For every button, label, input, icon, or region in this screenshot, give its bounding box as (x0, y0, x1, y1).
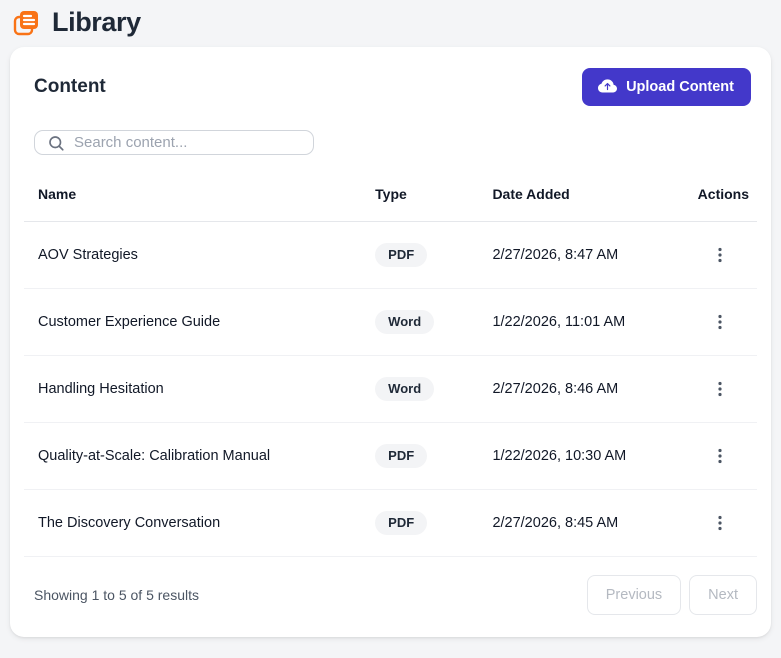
kebab-menu-button[interactable] (706, 307, 734, 337)
date-added: 1/22/2026, 10:30 AM (478, 422, 684, 490)
kebab-menu-icon (718, 515, 722, 531)
card-header: Content Upload Content (24, 47, 757, 106)
search-input[interactable] (74, 134, 301, 151)
column-header-date-added: Date Added (478, 182, 684, 222)
type-badge: PDF (375, 511, 428, 535)
kebab-menu-icon (718, 314, 722, 330)
kebab-menu-button[interactable] (706, 374, 734, 404)
results-summary: Showing 1 to 5 of 5 results (34, 587, 199, 603)
date-added: 1/22/2026, 11:01 AM (478, 288, 684, 356)
cloud-upload-icon (598, 77, 618, 96)
content-table: Name Type Date Added Actions AOV Strateg… (24, 182, 757, 557)
content-name: AOV Strategies (24, 221, 362, 289)
type-badge: PDF (375, 444, 428, 468)
date-added: 2/27/2026, 8:47 AM (478, 221, 684, 289)
next-button[interactable]: Next (689, 575, 757, 615)
table-header-row: Name Type Date Added Actions (24, 182, 757, 222)
table-row: Customer Experience Guide Word 1/22/2026… (24, 288, 757, 356)
date-added: 2/27/2026, 8:45 AM (478, 489, 684, 557)
content-name: The Discovery Conversation (24, 489, 362, 557)
table-row: The Discovery Conversation PDF 2/27/2026… (24, 489, 757, 557)
column-header-name: Name (24, 182, 362, 222)
table-row: AOV Strategies PDF 2/27/2026, 8:47 AM (24, 221, 757, 289)
table-row: Handling Hesitation Word 2/27/2026, 8:46… (24, 355, 757, 423)
column-header-type: Type (361, 182, 479, 222)
upload-content-button[interactable]: Upload Content (582, 68, 751, 106)
kebab-menu-icon (718, 247, 722, 263)
page-header: Library (0, 0, 781, 44)
pagination: Previous Next (586, 575, 757, 615)
type-badge: PDF (375, 243, 428, 267)
date-added: 2/27/2026, 8:46 AM (478, 355, 684, 423)
content-name: Quality-at-Scale: Calibration Manual (24, 422, 362, 490)
library-icon (11, 8, 41, 38)
content-card: Content Upload Content Name Type (10, 47, 771, 637)
search-box (34, 130, 314, 155)
kebab-menu-button[interactable] (706, 441, 734, 471)
kebab-menu-icon (718, 448, 722, 464)
content-name: Handling Hesitation (24, 355, 362, 423)
previous-button[interactable]: Previous (586, 575, 682, 615)
upload-content-label: Upload Content (626, 78, 734, 95)
card-footer: Showing 1 to 5 of 5 results Previous Nex… (24, 557, 757, 637)
type-badge: Word (375, 310, 435, 334)
kebab-menu-button[interactable] (706, 240, 734, 270)
search-icon (47, 134, 65, 152)
card-heading: Content (34, 76, 106, 97)
column-header-actions: Actions (683, 182, 757, 222)
kebab-menu-icon (718, 381, 722, 397)
type-badge: Word (375, 377, 435, 401)
page-title: Library (52, 7, 141, 37)
table-row: Quality-at-Scale: Calibration Manual PDF… (24, 422, 757, 490)
kebab-menu-button[interactable] (706, 508, 734, 538)
content-name: Customer Experience Guide (24, 288, 362, 356)
